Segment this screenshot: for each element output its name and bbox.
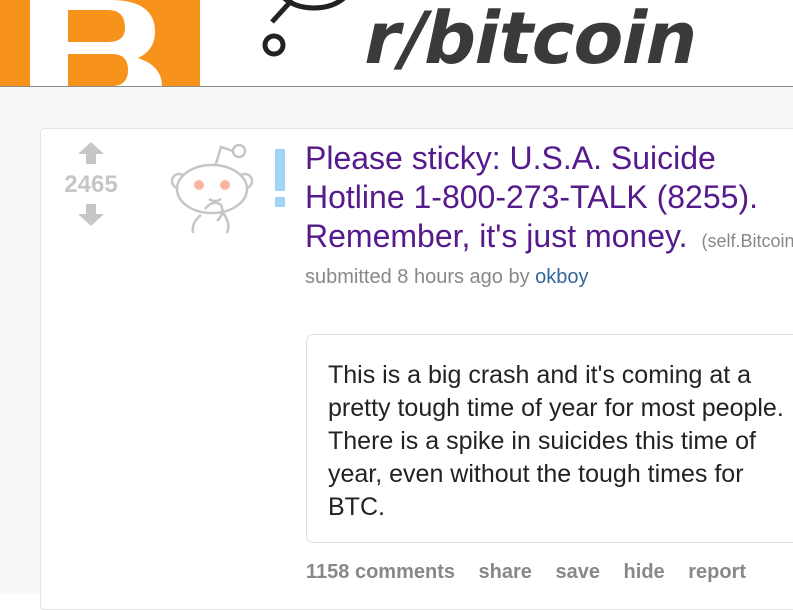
tagline-prefix: submitted 8 hours ago by: [305, 266, 530, 288]
downvote-arrow-icon[interactable]: [77, 203, 105, 227]
report-button[interactable]: report: [688, 561, 746, 583]
upvote-arrow-icon[interactable]: [77, 141, 105, 165]
post-header: Please sticky: U.S.A. Suicide Hotline 1-…: [305, 139, 793, 289]
post-title-line: Please sticky: U.S.A. Suicide Hotline 1-…: [305, 139, 793, 261]
exclamation-icon: [275, 149, 285, 207]
post: 2465 Please sticky: U.S.A. Suicide Hotli…: [40, 128, 793, 610]
author-link[interactable]: okboy: [535, 266, 588, 288]
post-title[interactable]: Please sticky: U.S.A. Suicide Hotline 1-…: [305, 140, 758, 254]
post-score: 2465: [64, 171, 118, 198]
share-button[interactable]: share: [479, 561, 532, 583]
save-button[interactable]: save: [555, 561, 600, 583]
subreddit-header: r/bitcoin: [0, 0, 793, 87]
post-actions: 1158 comments share save hide report: [306, 561, 764, 584]
comments-button[interactable]: 1158 comments: [306, 561, 455, 583]
subreddit-title[interactable]: r/bitcoin: [357, 0, 706, 80]
post-body-box: This is a big crash and it's coming at a…: [306, 334, 793, 543]
snoo-mascot-icon: [262, 0, 346, 57]
bitcoin-logo[interactable]: [0, 0, 200, 86]
post-body: This is a big crash and it's coming at a…: [328, 361, 784, 521]
content-area: 2465 Please sticky: U.S.A. Suicide Hotli…: [0, 87, 793, 610]
post-domain[interactable]: (self.Bitcoin): [702, 231, 793, 251]
post-tagline: submitted 8 hours ago by okboy: [305, 265, 793, 289]
hide-button[interactable]: hide: [624, 561, 665, 583]
snoo-thinking-icon[interactable]: [165, 137, 261, 237]
